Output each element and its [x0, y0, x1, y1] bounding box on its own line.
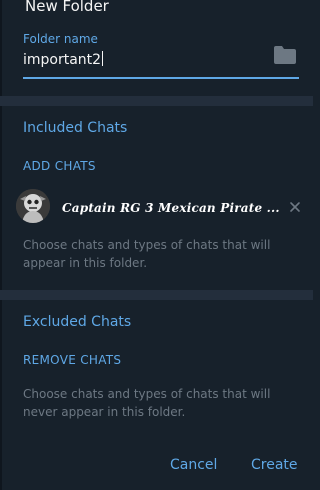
chat-avatar — [16, 189, 50, 223]
excluded-chats-hint: Choose chats and types of chats that wil… — [23, 387, 271, 419]
section-divider — [0, 290, 313, 300]
dialog-title: New Folder — [25, 0, 109, 15]
folder-name-input[interactable]: important2 — [23, 50, 223, 70]
folder-icon[interactable] — [273, 45, 297, 65]
folder-name-underline — [23, 77, 299, 79]
excluded-chats-title: Excluded Chats — [23, 314, 132, 330]
dialog-edge — [0, 0, 2, 490]
new-folder-dialog: New Folder Folder name important2 Includ… — [0, 0, 313, 490]
cancel-button[interactable]: Cancel — [170, 457, 217, 473]
included-chats-hint: Choose chats and types of chats that wil… — [23, 238, 271, 270]
remove-chat-close-icon[interactable] — [287, 199, 303, 215]
create-button[interactable]: Create — [251, 457, 298, 473]
text-caret — [102, 51, 104, 66]
included-chats-title: Included Chats — [23, 120, 128, 136]
add-chats-button[interactable]: ADD CHATS — [23, 159, 96, 173]
remove-chats-button[interactable]: REMOVE CHATS — [23, 353, 121, 367]
included-chat-item[interactable]: Captain RG 3 Mexican Pirate ... — [0, 187, 313, 227]
folder-name-value: important2 — [23, 52, 102, 68]
folder-name-label: Folder name — [23, 32, 98, 46]
section-divider — [0, 96, 313, 106]
chat-name: Captain RG 3 Mexican Pirate ... — [62, 201, 280, 215]
